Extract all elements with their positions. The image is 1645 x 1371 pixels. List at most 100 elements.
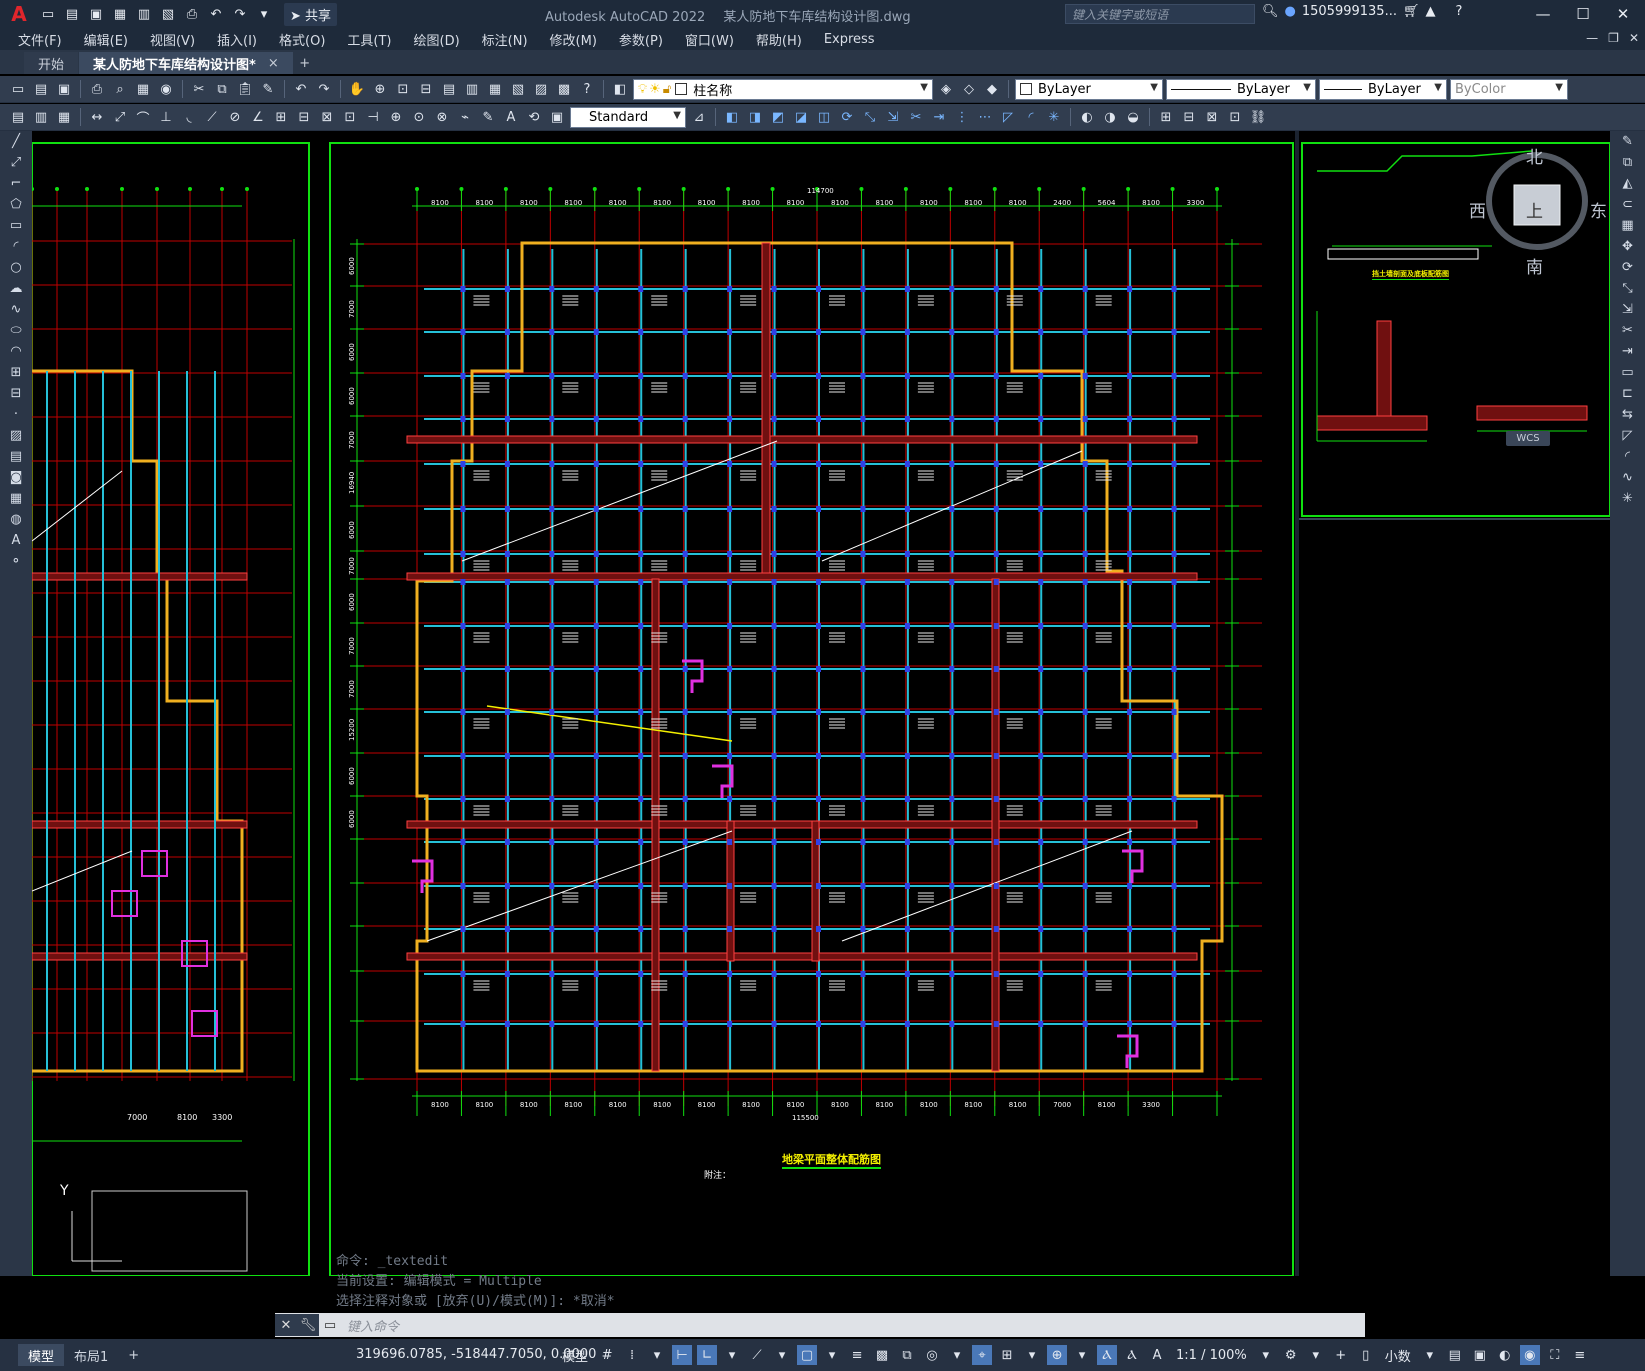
- drawing-area[interactable]: 北 南 东 西 上 WCS 地梁平面整体配筋图 附注： 114700 11550…: [32, 131, 1610, 1276]
- chamfer-icon[interactable]: ◸: [1610, 425, 1645, 446]
- ellipse-icon[interactable]: ⬭: [0, 320, 32, 341]
- zoom-realtime-icon[interactable]: ⊕: [370, 79, 390, 99]
- text-style-dropdown[interactable]: Standard ▼: [570, 106, 686, 128]
- wcs-menu[interactable]: WCS: [1506, 431, 1550, 446]
- menu-file[interactable]: 文件(F): [18, 30, 62, 49]
- save-icon[interactable]: ▣: [86, 4, 106, 24]
- dim-style-icon[interactable]: ▣: [547, 107, 567, 127]
- dim-break-icon[interactable]: ⊣: [363, 107, 383, 127]
- isolate-objects-icon[interactable]: ◐: [1495, 1345, 1515, 1365]
- command-close-icon[interactable]: ✕: [275, 1314, 297, 1336]
- snap-icon[interactable]: ⁞: [622, 1345, 642, 1365]
- add-scale-icon[interactable]: ⚬: [0, 551, 32, 572]
- help-icon[interactable]: ?: [1455, 4, 1462, 19]
- plot-icon[interactable]: ⎙: [87, 79, 107, 99]
- model-space-button[interactable]: 模型: [562, 1346, 588, 1365]
- menu-tools[interactable]: 工具(T): [347, 30, 391, 49]
- stretch-icon[interactable]: ⇲: [1610, 299, 1645, 320]
- fillet-icon[interactable]: ◜: [1610, 446, 1645, 467]
- gradient-icon[interactable]: ▤: [0, 446, 32, 467]
- plot-icon[interactable]: ⎙: [182, 4, 202, 24]
- color-dropdown[interactable]: ByLayer ▼: [1015, 78, 1163, 100]
- annotation-visibility-icon[interactable]: Ⲁ: [1097, 1345, 1118, 1365]
- dim-edit-icon[interactable]: ✎: [478, 107, 498, 127]
- arc-length-icon[interactable]: ⌒: [133, 107, 153, 127]
- extend-icon[interactable]: ⇥: [929, 107, 949, 127]
- scale-icon[interactable]: ⤡: [1610, 278, 1645, 299]
- tab-start[interactable]: 开始: [24, 52, 79, 74]
- annotation-scale-value[interactable]: 1:1 / 100%: [1176, 1348, 1247, 1363]
- keyword-search-input[interactable]: 键入关键字或短语: [1065, 4, 1255, 24]
- block-create-icon[interactable]: ⊟: [1179, 107, 1199, 127]
- make-current-icon[interactable]: ◈: [936, 79, 956, 99]
- erase-icon[interactable]: ✎: [1610, 131, 1645, 152]
- user-name[interactable]: 1505999135...: [1302, 4, 1397, 19]
- menu-modify[interactable]: 修改(M): [550, 30, 597, 49]
- undo-icon[interactable]: ↶: [291, 79, 311, 99]
- doc-minimize-button[interactable]: —: [1586, 31, 1598, 45]
- move-icon[interactable]: ◧: [722, 107, 742, 127]
- command-customize-icon[interactable]: 🔧︎: [297, 1314, 319, 1336]
- insert-block-icon[interactable]: ⊞: [0, 362, 32, 383]
- copy-object-icon[interactable]: ◨: [745, 107, 765, 127]
- tab-close-icon[interactable]: ×: [268, 56, 279, 71]
- open-icon[interactable]: ▤: [62, 4, 82, 24]
- clean-screen-icon[interactable]: ⛶: [1545, 1345, 1565, 1365]
- tab-layout1[interactable]: 布局1: [64, 1344, 118, 1366]
- chevron-down-icon[interactable]: ▾: [647, 1345, 667, 1365]
- bring-front-icon[interactable]: ▥: [31, 107, 51, 127]
- circle-icon[interactable]: ○: [0, 257, 32, 278]
- copy-icon[interactable]: ⧉: [1610, 152, 1645, 173]
- menu-dimension[interactable]: 标注(N): [482, 30, 528, 49]
- diameter-dim-icon[interactable]: ⊘: [225, 107, 245, 127]
- stretch-icon[interactable]: ⇲: [883, 107, 903, 127]
- close-window-button[interactable]: ✕: [1606, 2, 1640, 26]
- web-save-icon[interactable]: ▧: [158, 4, 178, 24]
- visual-style-icon[interactable]: ◐: [1077, 107, 1097, 127]
- add-selected-icon[interactable]: ◍: [0, 509, 32, 530]
- blend-curves-icon[interactable]: ∿: [1610, 467, 1645, 488]
- menu-window[interactable]: 窗口(W): [685, 30, 734, 49]
- angular-dim-icon[interactable]: ∠: [248, 107, 268, 127]
- design-center-icon[interactable]: ▥: [462, 79, 482, 99]
- menu-format[interactable]: 格式(O): [279, 30, 325, 49]
- move-icon[interactable]: ✥: [1610, 236, 1645, 257]
- save-as-icon[interactable]: ▦: [110, 4, 130, 24]
- cart-icon[interactable]: 🛒︎: [1403, 4, 1420, 19]
- customization-icon[interactable]: ≡: [1570, 1345, 1590, 1365]
- menu-help[interactable]: 帮助(H): [756, 30, 802, 49]
- maximize-button[interactable]: ☐: [1566, 2, 1600, 26]
- make-block-icon[interactable]: ⊟: [0, 383, 32, 404]
- share-button[interactable]: ➤ 共享: [284, 2, 338, 26]
- lineweight-dropdown[interactable]: ByLayer ▼: [1319, 78, 1447, 100]
- cut-icon[interactable]: ✂: [189, 79, 209, 99]
- publish-icon[interactable]: ▦: [133, 79, 153, 99]
- menu-view[interactable]: 视图(V): [150, 30, 195, 49]
- block-editor-icon[interactable]: ⊠: [1202, 107, 1222, 127]
- menu-parametric[interactable]: 参数(P): [619, 30, 663, 49]
- minimize-button[interactable]: —: [1526, 2, 1560, 26]
- viewcube-west[interactable]: 西: [1469, 197, 1486, 222]
- region-icon[interactable]: ◙: [0, 467, 32, 488]
- array-icon[interactable]: ▦: [1610, 215, 1645, 236]
- render-icon[interactable]: ◒: [1123, 107, 1143, 127]
- workspace-gear-icon[interactable]: ⚙: [1281, 1345, 1301, 1365]
- explode-icon[interactable]: ✳: [1044, 107, 1064, 127]
- 3d-print-icon[interactable]: ◉: [156, 79, 176, 99]
- xref-icon[interactable]: ⛓: [1248, 107, 1268, 127]
- ellipse-arc-icon[interactable]: ◠: [0, 341, 32, 362]
- help-icon[interactable]: ?: [577, 79, 597, 99]
- draw-order-icon[interactable]: ▤: [8, 107, 28, 127]
- table-icon[interactable]: ▦: [0, 488, 32, 509]
- paste-icon[interactable]: 📋︎: [235, 79, 255, 99]
- construction-line-icon[interactable]: ⤢: [0, 152, 32, 173]
- point-icon[interactable]: ·: [0, 404, 32, 425]
- trim-icon[interactable]: ✂: [906, 107, 926, 127]
- join-icon[interactable]: ⋯: [975, 107, 995, 127]
- plot-preview-icon[interactable]: ⌕: [110, 79, 130, 99]
- ortho-icon[interactable]: ∟: [697, 1345, 718, 1365]
- layer-properties-icon[interactable]: ◧: [610, 79, 630, 99]
- chevron-down-icon[interactable]: ▾: [1256, 1345, 1276, 1365]
- offset-icon[interactable]: ◪: [791, 107, 811, 127]
- dim-space-icon[interactable]: ⊡: [340, 107, 360, 127]
